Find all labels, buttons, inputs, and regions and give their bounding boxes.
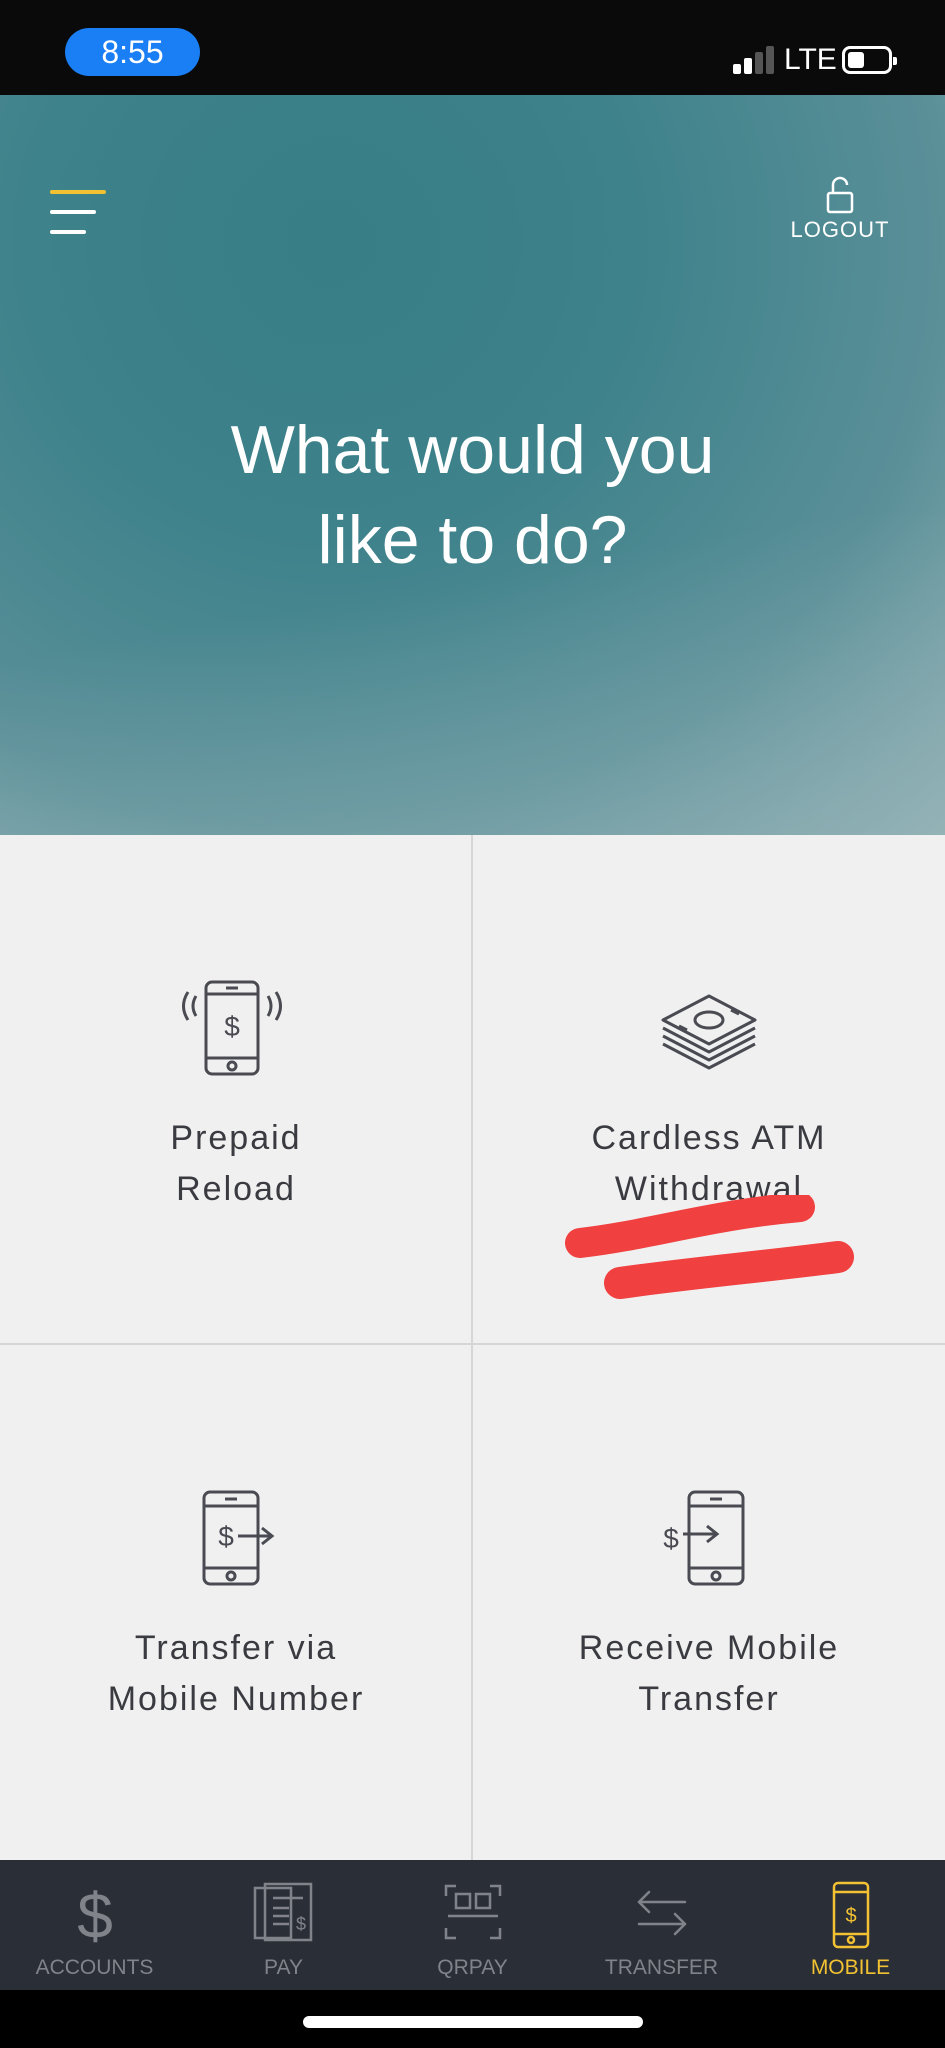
bottom-tab-bar: $ ACCOUNTS $ PAY QRPAY TRANSFER $ MOBILE xyxy=(0,1860,945,1990)
phone-send-money-icon: $ xyxy=(202,1490,275,1586)
phone-dollar-vibrate-icon: $ xyxy=(182,980,282,1076)
prepaid-reload-label: Prepaid Reload xyxy=(170,1119,302,1208)
tab-mobile[interactable]: $ MOBILE xyxy=(756,1860,945,1990)
network-type: LTE xyxy=(784,43,837,76)
page-title: What would you like to do? xyxy=(230,412,715,578)
transfer-via-mobile-number-button[interactable]: $ Transfer via Mobile Number xyxy=(0,1345,472,1855)
red-scribble-annotation xyxy=(565,1195,854,1299)
battery-icon xyxy=(842,46,897,74)
menu-icon[interactable] xyxy=(50,190,106,238)
logout-label: LOGOUT xyxy=(790,217,890,242)
transfer-via-mobile-number-label: Transfer via Mobile Number xyxy=(107,1629,365,1718)
home-indicator[interactable] xyxy=(303,2016,643,2028)
qr-scan-icon xyxy=(444,1884,501,1940)
svg-text:$: $ xyxy=(845,1905,856,1927)
cash-stack-icon xyxy=(661,994,757,1070)
logout-button[interactable]: LOGOUT xyxy=(780,175,900,265)
hero-banner: LOGOUT What would you like to do? xyxy=(0,95,945,835)
unlocked-padlock-icon xyxy=(826,176,854,214)
transfer-arrows-icon xyxy=(637,1890,686,1936)
svg-text:$: $ xyxy=(218,1521,234,1552)
tab-transfer-label: TRANSFER xyxy=(604,1956,719,1979)
receive-mobile-transfer-label: Receive Mobile Transfer xyxy=(578,1629,840,1718)
svg-text:$: $ xyxy=(663,1523,679,1554)
svg-text:$: $ xyxy=(295,1914,305,1934)
signal-strength-icon xyxy=(733,44,775,74)
tab-accounts-label: ACCOUNTS xyxy=(35,1956,154,1979)
status-bar: 8:55 LTE xyxy=(0,0,945,95)
prepaid-reload-button[interactable]: $ Prepaid Reload xyxy=(0,835,472,1345)
svg-text:$: $ xyxy=(224,1011,240,1042)
tab-transfer[interactable]: TRANSFER xyxy=(567,1860,756,1990)
status-time[interactable]: 8:55 xyxy=(65,28,200,76)
svg-text:$: $ xyxy=(77,1880,113,1950)
bill-icon: $ xyxy=(253,1882,312,1942)
tab-pay[interactable]: $ PAY xyxy=(189,1860,378,1990)
mobile-dollar-icon: $ xyxy=(832,1881,869,1949)
dollar-icon: $ xyxy=(77,1880,113,1950)
tab-qrpay-label: QRPAY xyxy=(437,1956,508,1979)
tab-accounts[interactable]: $ ACCOUNTS xyxy=(0,1860,189,1990)
action-grid: $ Prepaid Reload Cardless ATM Withdrawal xyxy=(0,835,945,1860)
tab-mobile-label: MOBILE xyxy=(810,1956,891,1979)
tab-qrpay[interactable]: QRPAY xyxy=(378,1860,567,1990)
phone-receive-money-icon: $ xyxy=(663,1490,745,1586)
tab-pay-label: PAY xyxy=(264,1956,303,1979)
receive-mobile-transfer-button[interactable]: $ Receive Mobile Transfer xyxy=(473,1345,945,1855)
